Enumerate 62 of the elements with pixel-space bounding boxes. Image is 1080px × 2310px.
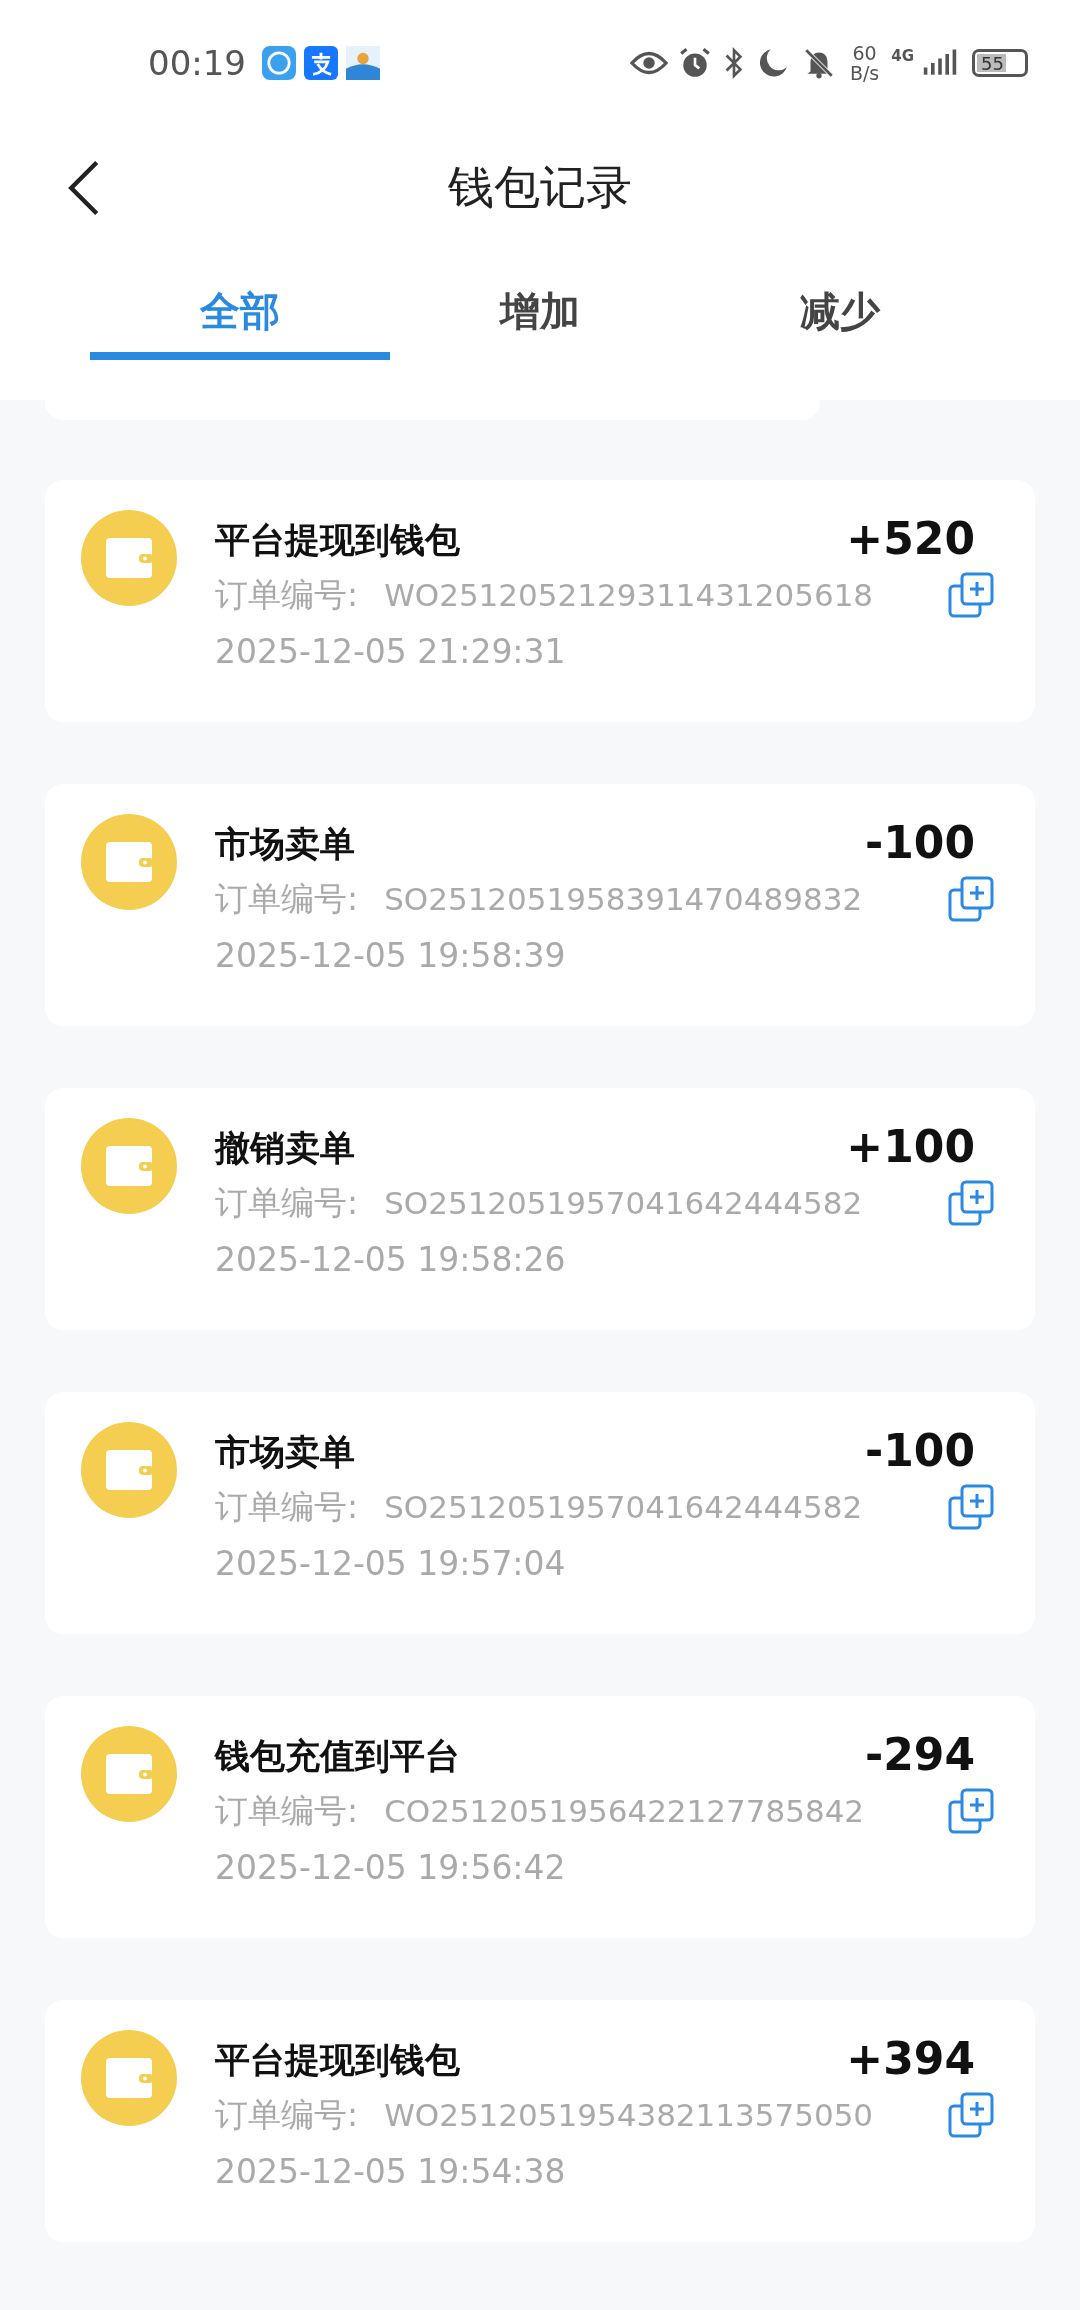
copy-icon[interactable] xyxy=(947,875,995,923)
order-label: 订单编号: xyxy=(215,877,359,920)
signal-icon xyxy=(922,47,958,78)
network-type: 4G xyxy=(891,46,914,65)
wallet-icon xyxy=(81,1726,177,1822)
record-card[interactable]: 钱包充值到平台 -294 订单编号: CO2512051956422127785842 2025-12-05 19:56:42 xyxy=(45,1696,1035,1938)
order-label: 订单编号: xyxy=(215,1485,359,1528)
tab[interactable]: 增加 xyxy=(390,260,690,360)
page-title: 钱包记录 xyxy=(448,158,632,216)
record-time: 2025-12-05 19:54:38 xyxy=(215,2152,567,2191)
back-icon[interactable] xyxy=(68,159,100,216)
record-amount: +394 xyxy=(846,2033,975,2084)
record-card[interactable]: 平台提现到钱包 +394 订单编号: WO2512051954382113575050 2025-12-05 19:54:38 xyxy=(45,2000,1035,2242)
wallet-icon xyxy=(81,510,177,606)
clock-time: 00:19 xyxy=(148,42,246,83)
copy-icon[interactable] xyxy=(947,1179,995,1227)
wallet-icon xyxy=(81,2030,177,2126)
order-number: SO2512051957041642444582 xyxy=(384,1185,864,1221)
order-label: 订单编号: xyxy=(215,1789,359,1832)
record-amount: +520 xyxy=(846,513,975,564)
wallet-icon xyxy=(81,1422,177,1518)
copy-icon[interactable] xyxy=(947,1787,995,1835)
record-title: 平台提现到钱包 xyxy=(215,2039,460,2082)
order-label: 订单编号: xyxy=(215,1181,359,1224)
record-time: 2025-12-05 21:29:31 xyxy=(215,632,567,671)
app-icon xyxy=(262,45,296,80)
record-title: 钱包充值到平台 xyxy=(215,1735,460,1778)
order-number: SO2512051958391470489832 xyxy=(384,881,864,917)
record-card[interactable]: 平台提现到钱包 +520 订单编号: WO2512052129311431205618 2025-12-05 21:29:31 xyxy=(45,480,1035,722)
record-amount: -100 xyxy=(864,817,975,868)
wallet-icon xyxy=(81,1118,177,1214)
speed-unit: B/s xyxy=(849,62,880,83)
record-title: 平台提现到钱包 xyxy=(215,519,460,562)
order-number: WO2512051954382113575050 xyxy=(384,2097,875,2133)
record-amount: +100 xyxy=(846,1121,975,1172)
record-card[interactable]: 市场卖单 -100 订单编号: SO2512051958391470489832 2025-12-05 19:58:39 xyxy=(45,784,1035,1026)
record-title: 撤销卖单 xyxy=(215,1127,355,1170)
copy-icon[interactable] xyxy=(947,1483,995,1531)
record-time: 2025-12-05 19:57:04 xyxy=(215,1544,567,1583)
order-number: SO2512051957041642444582 xyxy=(384,1489,864,1525)
wallet-icon xyxy=(81,814,177,910)
record-title: 市场卖单 xyxy=(215,823,355,866)
tab[interactable]: 减少 xyxy=(690,260,990,360)
record-title: 市场卖单 xyxy=(215,1431,355,1474)
app-icon xyxy=(346,45,380,80)
battery: 55 xyxy=(972,48,1028,77)
order-number: WO2512052129311431205618 xyxy=(384,577,875,613)
app-icon xyxy=(304,45,338,80)
copy-icon[interactable] xyxy=(947,2091,995,2139)
record-amount: -100 xyxy=(864,1425,975,1476)
order-label: 订单编号: xyxy=(215,2093,359,2136)
record-card[interactable]: 市场卖单 -100 订单编号: SO2512051957041642444582 2025-12-05 19:57:04 xyxy=(45,1392,1035,1634)
record-time: 2025-12-05 19:58:39 xyxy=(215,936,567,975)
record-time: 2025-12-05 19:56:42 xyxy=(215,1848,567,1887)
record-amount: -294 xyxy=(864,1729,975,1780)
order-label: 订单编号: xyxy=(215,573,359,616)
copy-icon[interactable] xyxy=(947,571,995,619)
record-time: 2025-12-05 19:58:26 xyxy=(215,1240,567,1279)
order-number: CO2512051956422127785842 xyxy=(384,1793,866,1829)
record-card[interactable]: 撤销卖单 +100 订单编号: SO2512051957041642444582 2025-12-05 19:58:26 xyxy=(45,1088,1035,1330)
tab[interactable]: 全部 xyxy=(90,260,390,360)
speed-value: 60 xyxy=(852,42,877,63)
